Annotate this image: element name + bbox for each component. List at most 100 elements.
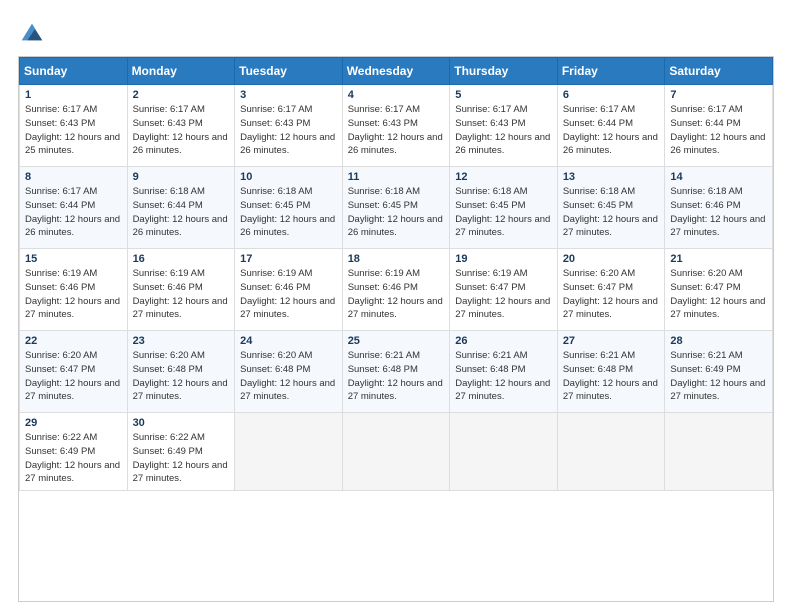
day-info: Sunrise: 6:19 AMSunset: 6:46 PMDaylight:…	[240, 267, 337, 322]
calendar-body: 1Sunrise: 6:17 AMSunset: 6:43 PMDaylight…	[20, 85, 773, 491]
day-number: 14	[670, 171, 767, 183]
day-number: 22	[25, 335, 122, 347]
calendar-week-row: 1Sunrise: 6:17 AMSunset: 6:43 PMDaylight…	[20, 85, 773, 167]
weekday-header: Saturday	[665, 58, 773, 85]
day-number: 19	[455, 253, 552, 265]
day-info: Sunrise: 6:19 AMSunset: 6:46 PMDaylight:…	[25, 267, 122, 322]
calendar-day-cell: 18 Sunrise: 6:19 AMSunset: 6:46 PMDayligh…	[342, 249, 450, 331]
calendar-day-cell: 23 Sunrise: 6:20 AMSunset: 6:48 PMDayligh…	[127, 331, 235, 413]
calendar-day-cell: 6 Sunrise: 6:17 AMSunset: 6:44 PMDaylight…	[557, 85, 665, 167]
day-info: Sunrise: 6:20 AMSunset: 6:47 PMDaylight:…	[670, 267, 767, 322]
calendar-day-cell: 9Sunrise: 6:18 AMSunset: 6:44 PMDaylight…	[127, 167, 235, 249]
calendar-day-cell: 28Sunrise: 6:21 AMSunset: 6:49 PMDayligh…	[665, 331, 773, 413]
day-info: Sunrise: 6:21 AMSunset: 6:48 PMDaylight:…	[348, 349, 445, 404]
calendar-day-cell: 8 Sunrise: 6:17 AMSunset: 6:44 PMDaylight…	[20, 167, 128, 249]
day-info: Sunrise: 6:17 AMSunset: 6:43 PMDaylight:…	[133, 103, 230, 158]
calendar-day-cell: 21 Sunrise: 6:20 AMSunset: 6:47 PMDayligh…	[665, 249, 773, 331]
calendar-table: SundayMondayTuesdayWednesdayThursdayFrid…	[19, 57, 773, 491]
day-info: Sunrise: 6:18 AMSunset: 6:45 PMDaylight:…	[563, 185, 660, 240]
calendar-day-cell: 16 Sunrise: 6:19 AMSunset: 6:46 PMDayligh…	[127, 249, 235, 331]
calendar-day-cell: 24 Sunrise: 6:20 AMSunset: 6:48 PMDayligh…	[235, 331, 343, 413]
day-info: Sunrise: 6:19 AMSunset: 6:46 PMDaylight:…	[133, 267, 230, 322]
day-number: 23	[133, 335, 230, 347]
calendar-day-cell: 12 Sunrise: 6:18 AMSunset: 6:45 PMDayligh…	[450, 167, 558, 249]
page: SundayMondayTuesdayWednesdayThursdayFrid…	[0, 0, 792, 612]
day-number: 5	[455, 89, 552, 101]
day-info: Sunrise: 6:22 AMSunset: 6:49 PMDaylight:…	[25, 431, 122, 486]
day-info: Sunrise: 6:20 AMSunset: 6:48 PMDaylight:…	[133, 349, 230, 404]
day-info: Sunrise: 6:20 AMSunset: 6:48 PMDaylight:…	[240, 349, 337, 404]
day-number: 13	[563, 171, 660, 183]
day-info: Sunrise: 6:21 AMSunset: 6:48 PMDaylight:…	[455, 349, 552, 404]
calendar-day-cell: 20 Sunrise: 6:20 AMSunset: 6:47 PMDayligh…	[557, 249, 665, 331]
day-info: Sunrise: 6:17 AMSunset: 6:43 PMDaylight:…	[348, 103, 445, 158]
calendar-day-cell: 17 Sunrise: 6:19 AMSunset: 6:46 PMDayligh…	[235, 249, 343, 331]
day-info: Sunrise: 6:21 AMSunset: 6:49 PMDaylight:…	[670, 349, 767, 404]
day-info: Sunrise: 6:20 AMSunset: 6:47 PMDaylight:…	[25, 349, 122, 404]
calendar-day-cell: 7Sunrise: 6:17 AMSunset: 6:44 PMDaylight…	[665, 85, 773, 167]
calendar-day-cell: 27Sunrise: 6:21 AMSunset: 6:48 PMDayligh…	[557, 331, 665, 413]
day-number: 3	[240, 89, 337, 101]
calendar-day-cell	[665, 413, 773, 491]
day-info: Sunrise: 6:22 AMSunset: 6:49 PMDaylight:…	[133, 431, 230, 486]
calendar-week-row: 22 Sunrise: 6:20 AMSunset: 6:47 PMDayligh…	[20, 331, 773, 413]
calendar-day-cell: 25 Sunrise: 6:21 AMSunset: 6:48 PMDayligh…	[342, 331, 450, 413]
day-info: Sunrise: 6:18 AMSunset: 6:45 PMDaylight:…	[240, 185, 337, 240]
calendar: SundayMondayTuesdayWednesdayThursdayFrid…	[18, 56, 774, 602]
calendar-day-cell: 13 Sunrise: 6:18 AMSunset: 6:45 PMDayligh…	[557, 167, 665, 249]
weekday-header: Monday	[127, 58, 235, 85]
weekday-header: Sunday	[20, 58, 128, 85]
calendar-day-cell: 29Sunrise: 6:22 AMSunset: 6:49 PMDayligh…	[20, 413, 128, 491]
calendar-day-cell: 1Sunrise: 6:17 AMSunset: 6:43 PMDaylight…	[20, 85, 128, 167]
calendar-day-cell: 2 Sunrise: 6:17 AMSunset: 6:43 PMDaylight…	[127, 85, 235, 167]
day-number: 26	[455, 335, 552, 347]
day-number: 25	[348, 335, 445, 347]
day-info: Sunrise: 6:19 AMSunset: 6:47 PMDaylight:…	[455, 267, 552, 322]
calendar-day-cell: 14 Sunrise: 6:18 AMSunset: 6:46 PMDayligh…	[665, 167, 773, 249]
calendar-day-cell: 22 Sunrise: 6:20 AMSunset: 6:47 PMDayligh…	[20, 331, 128, 413]
day-number: 10	[240, 171, 337, 183]
day-number: 12	[455, 171, 552, 183]
day-number: 2	[133, 89, 230, 101]
day-info: Sunrise: 6:18 AMSunset: 6:45 PMDaylight:…	[348, 185, 445, 240]
day-info: Sunrise: 6:17 AMSunset: 6:44 PMDaylight:…	[563, 103, 660, 158]
calendar-day-cell: 19 Sunrise: 6:19 AMSunset: 6:47 PMDayligh…	[450, 249, 558, 331]
day-number: 21	[670, 253, 767, 265]
day-number: 11	[348, 171, 445, 183]
day-number: 17	[240, 253, 337, 265]
day-number: 6	[563, 89, 660, 101]
day-number: 15	[25, 253, 122, 265]
calendar-week-row: 15 Sunrise: 6:19 AMSunset: 6:46 PMDayligh…	[20, 249, 773, 331]
calendar-day-cell	[557, 413, 665, 491]
calendar-day-cell: 5 Sunrise: 6:17 AMSunset: 6:43 PMDaylight…	[450, 85, 558, 167]
day-info: Sunrise: 6:17 AMSunset: 6:44 PMDaylight:…	[25, 185, 122, 240]
day-info: Sunrise: 6:19 AMSunset: 6:46 PMDaylight:…	[348, 267, 445, 322]
calendar-day-cell: 4Sunrise: 6:17 AMSunset: 6:43 PMDaylight…	[342, 85, 450, 167]
calendar-day-cell: 10 Sunrise: 6:18 AMSunset: 6:45 PMDayligh…	[235, 167, 343, 249]
header	[18, 18, 774, 46]
weekday-header: Wednesday	[342, 58, 450, 85]
calendar-header: SundayMondayTuesdayWednesdayThursdayFrid…	[20, 58, 773, 85]
day-info: Sunrise: 6:18 AMSunset: 6:45 PMDaylight:…	[455, 185, 552, 240]
day-info: Sunrise: 6:17 AMSunset: 6:44 PMDaylight:…	[670, 103, 767, 158]
calendar-day-cell	[450, 413, 558, 491]
calendar-day-cell: 11 Sunrise: 6:18 AMSunset: 6:45 PMDayligh…	[342, 167, 450, 249]
calendar-day-cell: 15 Sunrise: 6:19 AMSunset: 6:46 PMDayligh…	[20, 249, 128, 331]
day-number: 8	[25, 171, 122, 183]
day-info: Sunrise: 6:17 AMSunset: 6:43 PMDaylight:…	[25, 103, 122, 158]
day-info: Sunrise: 6:18 AMSunset: 6:44 PMDaylight:…	[133, 185, 230, 240]
day-number: 20	[563, 253, 660, 265]
day-number: 24	[240, 335, 337, 347]
day-info: Sunrise: 6:18 AMSunset: 6:46 PMDaylight:…	[670, 185, 767, 240]
day-info: Sunrise: 6:20 AMSunset: 6:47 PMDaylight:…	[563, 267, 660, 322]
calendar-week-row: 29Sunrise: 6:22 AMSunset: 6:49 PMDayligh…	[20, 413, 773, 491]
day-number: 18	[348, 253, 445, 265]
day-info: Sunrise: 6:17 AMSunset: 6:43 PMDaylight:…	[455, 103, 552, 158]
day-number: 16	[133, 253, 230, 265]
calendar-day-cell: 26 Sunrise: 6:21 AMSunset: 6:48 PMDayligh…	[450, 331, 558, 413]
day-info: Sunrise: 6:17 AMSunset: 6:43 PMDaylight:…	[240, 103, 337, 158]
logo	[18, 18, 48, 46]
calendar-day-cell: 3 Sunrise: 6:17 AMSunset: 6:43 PMDaylight…	[235, 85, 343, 167]
calendar-day-cell: 30Sunrise: 6:22 AMSunset: 6:49 PMDayligh…	[127, 413, 235, 491]
day-info: Sunrise: 6:21 AMSunset: 6:48 PMDaylight:…	[563, 349, 660, 404]
